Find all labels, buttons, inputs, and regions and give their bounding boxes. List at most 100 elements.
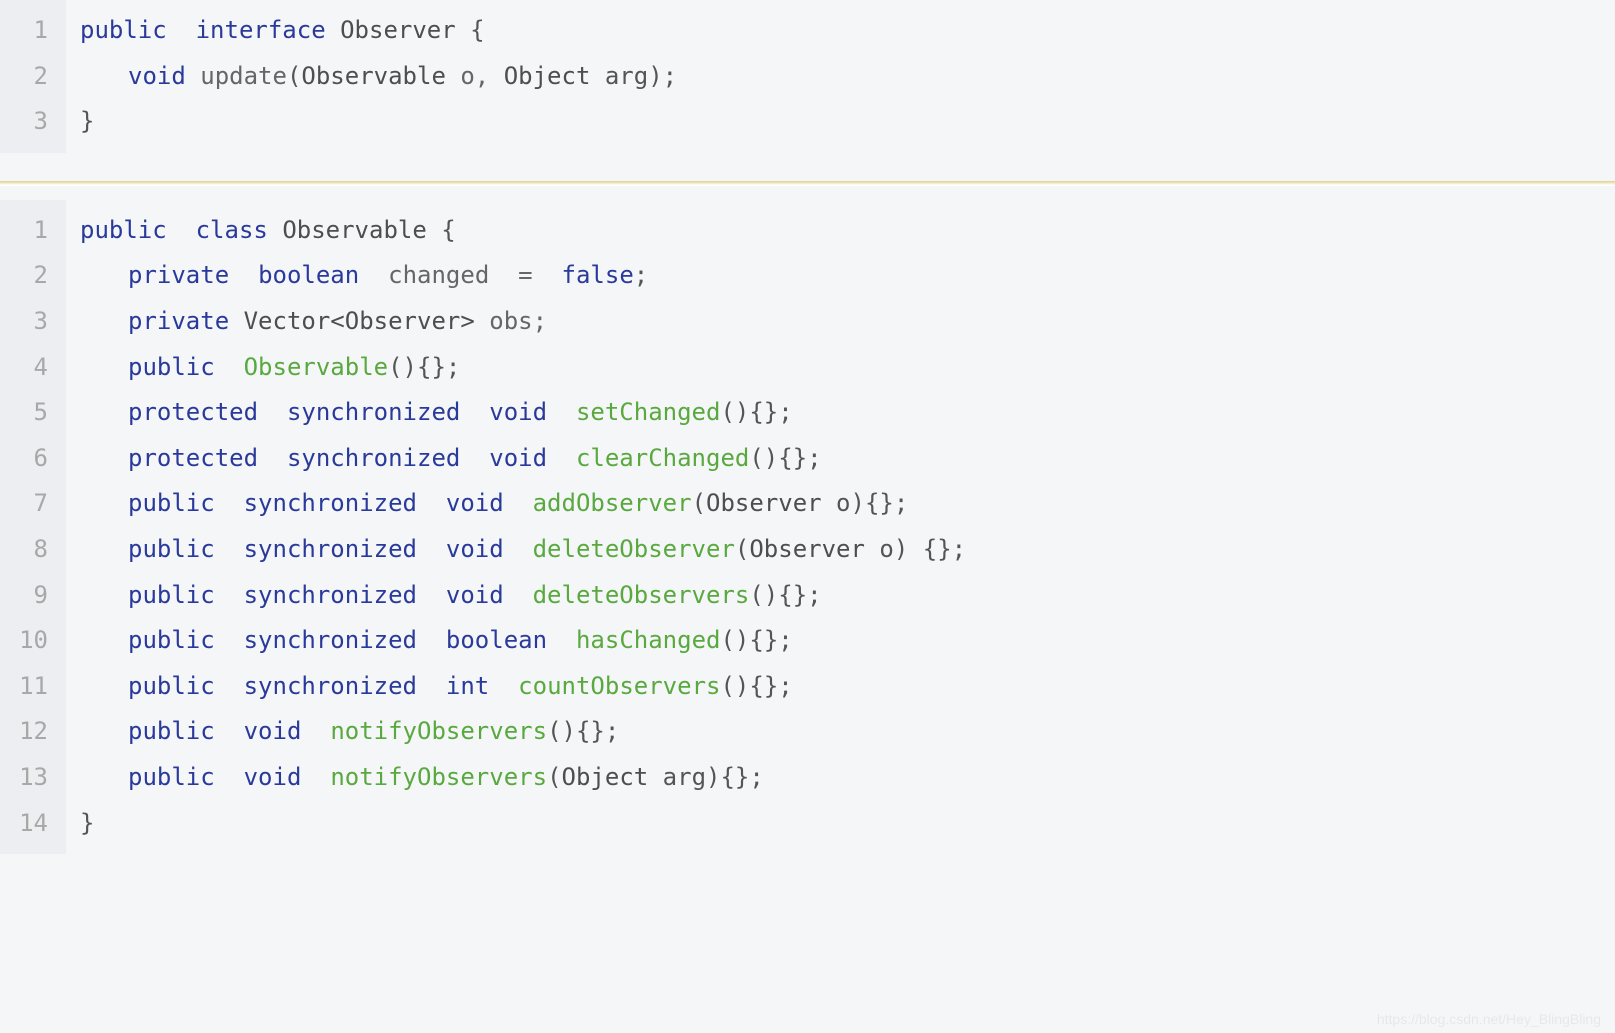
token-sp (215, 489, 244, 517)
token-sp (417, 581, 446, 609)
token-sp (167, 16, 196, 44)
token-kw: public (128, 763, 215, 791)
line-number: 7 (0, 481, 56, 527)
line-number: 10 (0, 618, 56, 664)
code-line: public synchronized boolean hasChanged()… (80, 618, 966, 664)
line-number: 9 (0, 573, 56, 619)
token-punc: { (427, 216, 456, 244)
token-punc: (){}; (720, 398, 792, 426)
token-punc: ( (547, 763, 561, 791)
token-punc: (){}; (547, 717, 619, 745)
token-kw: public (128, 672, 215, 700)
watermark-text: https://blog.csdn.net/Hey_BlingBling (1377, 1011, 1601, 1027)
code-area: public interface Observer {void update(O… (66, 0, 677, 153)
token-type: Object (562, 763, 649, 791)
token-kw: public (128, 353, 215, 381)
token-sp (167, 216, 196, 244)
code-line: private boolean changed = false; (80, 253, 966, 299)
token-punc: ( (735, 535, 749, 563)
token-fn: clearChanged (576, 444, 749, 472)
token-punc: ; (634, 261, 648, 289)
code-block-observable: 1234567891011121314 public class Observa… (0, 200, 1615, 854)
token-kw: synchronized (244, 581, 417, 609)
line-number: 5 (0, 390, 56, 436)
token-fn: notifyObservers (330, 763, 547, 791)
code-line: public class Observable { (80, 208, 966, 254)
token-fn: Observable (244, 353, 389, 381)
token-punc: ( (692, 489, 706, 517)
code-line: public void notifyObservers(){}; (80, 709, 966, 755)
token-kw: synchronized (287, 444, 460, 472)
token-punc: (){}; (749, 444, 821, 472)
token-fn: hasChanged (576, 626, 721, 654)
token-fn: notifyObservers (330, 717, 547, 745)
token-punc: { (456, 16, 485, 44)
line-number-gutter: 123 (0, 0, 66, 153)
token-sp (417, 535, 446, 563)
token-kw: false (562, 261, 634, 289)
token-kw: public (128, 626, 215, 654)
code-block-observer: 123 public interface Observer {void upda… (0, 0, 1615, 153)
token-kw: synchronized (244, 672, 417, 700)
token-sp (326, 16, 340, 44)
token-punc: (){}; (388, 353, 460, 381)
token-kw: private (128, 307, 229, 335)
token-kw: synchronized (287, 398, 460, 426)
line-number: 14 (0, 801, 56, 847)
token-type: Observer (340, 16, 456, 44)
token-kw: protected (128, 398, 258, 426)
token-sp (359, 261, 388, 289)
token-punc: } (80, 809, 94, 837)
token-sp (215, 672, 244, 700)
token-sp (301, 763, 330, 791)
token-kw: protected (128, 444, 258, 472)
token-punc: (){}; (720, 626, 792, 654)
token-sp (417, 489, 446, 517)
token-fn: addObserver (533, 489, 692, 517)
token-kw: public (80, 216, 167, 244)
token-sp (215, 535, 244, 563)
token-sp (268, 216, 282, 244)
token-fn: deleteObserver (533, 535, 735, 563)
token-kw: public (128, 717, 215, 745)
token-type: Observer (749, 535, 865, 563)
token-kw: interface (196, 16, 326, 44)
token-punc: o) {}; (865, 535, 966, 563)
token-sp (504, 489, 533, 517)
token-sp (504, 581, 533, 609)
code-line: public Observable(){}; (80, 345, 966, 391)
token-ident: o, (446, 62, 504, 90)
token-fn: deleteObservers (533, 581, 750, 609)
token-sp (229, 307, 243, 335)
line-number: 1 (0, 8, 56, 54)
token-sp (460, 398, 489, 426)
token-punc: o){}; (822, 489, 909, 517)
token-punc: ( (287, 62, 301, 90)
token-punc: (){}; (720, 672, 792, 700)
token-sp (215, 353, 244, 381)
page-root: 123 public interface Observer {void upda… (0, 0, 1615, 1033)
token-sp (258, 444, 287, 472)
code-line: public synchronized void addObserver(Obs… (80, 481, 966, 527)
token-sp (186, 62, 200, 90)
token-ident: obs; (475, 307, 547, 335)
token-ident: update (200, 62, 287, 90)
token-type: Observable (282, 216, 427, 244)
line-number: 13 (0, 755, 56, 801)
token-sp (215, 626, 244, 654)
token-kw: void (489, 444, 547, 472)
token-kw: void (489, 398, 547, 426)
token-sp (417, 672, 446, 700)
token-sp (258, 398, 287, 426)
token-sp (504, 535, 533, 563)
token-punc: (){}; (749, 581, 821, 609)
code-line: public void notifyObservers(Object arg){… (80, 755, 966, 801)
line-number: 6 (0, 436, 56, 482)
token-kw: public (80, 16, 167, 44)
token-kw: synchronized (244, 535, 417, 563)
token-sp (215, 763, 244, 791)
code-line: } (80, 801, 966, 847)
token-kw: synchronized (244, 489, 417, 517)
token-sp (301, 717, 330, 745)
token-kw: boolean (446, 626, 547, 654)
